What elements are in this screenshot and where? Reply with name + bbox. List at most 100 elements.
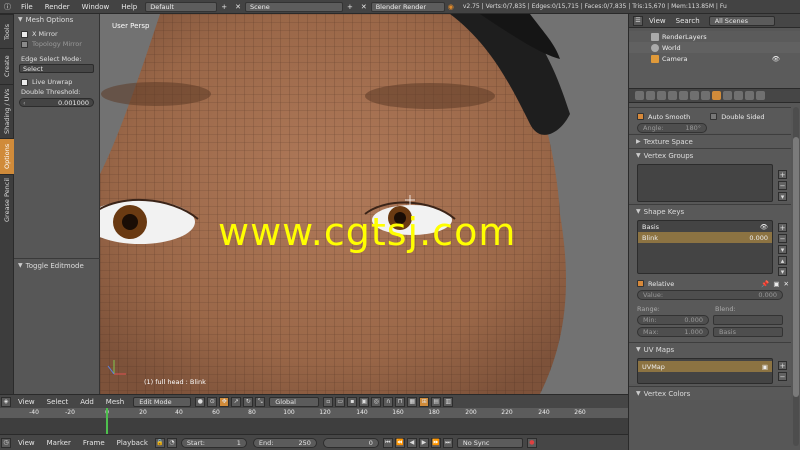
scene-close-icon[interactable]: ✕ xyxy=(357,3,371,11)
shape-key-blink[interactable]: Blink 0.000 xyxy=(638,232,772,243)
snap-element-icon[interactable]: ▦ xyxy=(407,396,418,407)
outliner-item-world[interactable]: World xyxy=(629,42,800,53)
vertex-groups-header[interactable]: ▼ Vertex Groups xyxy=(629,149,791,162)
properties-scrollbar[interactable] xyxy=(793,107,799,446)
move-down-button[interactable]: ▾ xyxy=(778,267,787,276)
pivot-point-icon[interactable]: ⊙ xyxy=(207,396,218,407)
world-tab-icon[interactable] xyxy=(668,91,677,100)
lock-icon[interactable]: 🔒 xyxy=(154,437,165,448)
occlude-geometry-icon[interactable]: ▣ xyxy=(359,396,370,407)
decrement-arrow-icon[interactable]: ‹ xyxy=(23,99,26,107)
live-unwrap-checkbox[interactable]: Live Unwrap xyxy=(14,77,99,87)
tab-grease-pencil[interactable]: Grease Pencil xyxy=(0,174,14,226)
shape-key-menu-button[interactable]: ▾ xyxy=(778,245,787,254)
uv-maps-header[interactable]: ▼ UV Maps xyxy=(629,343,791,356)
scene-tab-icon[interactable] xyxy=(657,91,666,100)
topology-mirror-checkbox[interactable]: Topology Mirror xyxy=(14,39,99,49)
render-layers-tab-icon[interactable] xyxy=(646,91,655,100)
x-mirror-checkbox[interactable]: X Mirror xyxy=(14,29,99,39)
mesh-options-header[interactable]: ▼ Mesh Options xyxy=(14,14,99,25)
relative-checkbox[interactable]: Relative xyxy=(637,280,674,288)
shape-keys-header[interactable]: ▼ Shape Keys xyxy=(629,205,791,218)
editor-type-icon[interactable]: ◈ xyxy=(1,396,11,407)
sync-select[interactable]: No Sync xyxy=(456,437,523,448)
double-threshold-field[interactable]: ‹ 0.001000 xyxy=(19,98,94,107)
playhead[interactable] xyxy=(106,408,108,434)
slider-max-field[interactable]: Max: 1.000 xyxy=(637,327,709,337)
menu-select[interactable]: Select xyxy=(41,398,75,406)
opengl-render-icon[interactable]: ▤ xyxy=(431,396,442,407)
layout-close-icon[interactable]: ✕ xyxy=(231,3,245,11)
shape-key-value[interactable]: 0.000 xyxy=(749,234,768,242)
render-engine-select[interactable]: Blender Render xyxy=(370,1,445,12)
blend-vertex-group-field[interactable] xyxy=(712,315,783,325)
viewport-shading-icon[interactable]: ● xyxy=(195,396,206,407)
vertex-colors-section[interactable]: ▼ Vertex Colors xyxy=(629,386,791,400)
add-uv-map-button[interactable]: + xyxy=(778,361,787,370)
shape-keys-list[interactable]: Basis 👁 Blink 0.000 xyxy=(637,220,773,274)
particles-tab-icon[interactable] xyxy=(745,91,754,100)
texture-tab-icon[interactable] xyxy=(734,91,743,100)
falloff-icon[interactable]: ∩ xyxy=(383,396,394,407)
outliner-menu-search[interactable]: Search xyxy=(671,17,705,25)
play-icon[interactable]: ▶ xyxy=(418,437,429,448)
menu-render[interactable]: Render xyxy=(39,3,76,11)
tab-create[interactable]: Create xyxy=(0,48,14,84)
vertex-group-menu-button[interactable]: ▾ xyxy=(778,192,787,201)
clear-icon[interactable]: ✕ xyxy=(784,280,789,288)
next-key-icon[interactable]: ⏩ xyxy=(430,437,441,448)
move-up-button[interactable]: ▴ xyxy=(778,256,787,265)
prev-key-icon[interactable]: ⏪ xyxy=(394,437,405,448)
play-reverse-icon[interactable]: ◀ xyxy=(406,437,417,448)
scene-field[interactable]: Scene xyxy=(244,1,343,12)
vertex-groups-list[interactable] xyxy=(637,164,773,202)
outliner-editor-icon[interactable]: ☰ xyxy=(633,15,643,26)
end-frame-field[interactable]: End: 250 xyxy=(252,437,317,448)
auto-smooth-checkbox[interactable]: Auto Smooth xyxy=(637,113,690,121)
scale-icon[interactable]: ⤡ xyxy=(255,396,266,407)
record-icon[interactable]: ● xyxy=(526,437,537,448)
outliner-item-renderlayers[interactable]: RenderLayers xyxy=(629,31,800,42)
material-tab-icon[interactable] xyxy=(723,91,732,100)
editor-type-icon[interactable]: ◷ xyxy=(1,437,11,448)
editor-type-icon[interactable]: ⓘ xyxy=(0,2,15,12)
relative-key-field[interactable]: Basis xyxy=(712,327,783,337)
object-tab-icon[interactable] xyxy=(679,91,688,100)
camera-icon[interactable]: ▣ xyxy=(762,363,768,371)
menu-view[interactable]: View xyxy=(12,398,41,406)
manipulator-toggle-icon[interactable]: ✥ xyxy=(219,396,230,407)
scene-add-icon[interactable]: + xyxy=(343,3,357,11)
outliner-item-camera[interactable]: Camera 👁 xyxy=(629,53,800,64)
current-frame-field[interactable]: 0 xyxy=(322,437,379,448)
toggle-editmode-header[interactable]: ▼ Toggle Editmode xyxy=(14,260,84,271)
vertex-select-icon[interactable]: ▫ xyxy=(323,396,334,407)
menu-window[interactable]: Window xyxy=(76,3,116,11)
angle-field[interactable]: Angle: 180° xyxy=(637,123,707,133)
rotate-icon[interactable]: ↻ xyxy=(243,396,254,407)
shape-value-field[interactable]: Value: 0.000 xyxy=(637,290,783,300)
timeline-editor[interactable]: -40 -20 0 20 40 60 80 100 120 140 160 18… xyxy=(0,408,628,434)
modifiers-tab-icon[interactable] xyxy=(701,91,710,100)
visibility-eye-icon[interactable]: 👁 xyxy=(772,55,780,63)
translate-icon[interactable]: ↗ xyxy=(231,396,242,407)
orientation-select[interactable]: Global xyxy=(269,396,320,407)
outliner-menu-view[interactable]: View xyxy=(644,17,671,25)
menu-view[interactable]: View xyxy=(12,439,41,447)
tab-shading-uvs[interactable]: Shading / UVs xyxy=(0,84,14,138)
slider-min-field[interactable]: Min: 0.000 xyxy=(637,315,709,325)
data-tab-icon[interactable] xyxy=(712,91,721,100)
physics-tab-icon[interactable] xyxy=(756,91,765,100)
texture-space-section[interactable]: ▶ Texture Space xyxy=(629,134,791,148)
add-vertex-group-button[interactable]: + xyxy=(778,170,787,179)
render-preview-icon[interactable]: ⊞ xyxy=(419,396,430,407)
remove-shape-key-button[interactable]: − xyxy=(778,234,787,243)
preview-range-icon[interactable]: ◔ xyxy=(166,437,177,448)
start-frame-field[interactable]: Start: 1 xyxy=(180,437,247,448)
edit-mode-icon[interactable]: ▣ xyxy=(773,280,779,288)
face-select-icon[interactable]: ▪ xyxy=(347,396,358,407)
shape-key-basis[interactable]: Basis 👁 xyxy=(638,221,772,232)
jump-start-icon[interactable]: ⏮ xyxy=(382,437,393,448)
menu-file[interactable]: File xyxy=(15,3,39,11)
layout-add-icon[interactable]: + xyxy=(217,3,231,11)
pin-icon[interactable]: 📌 xyxy=(761,280,769,288)
